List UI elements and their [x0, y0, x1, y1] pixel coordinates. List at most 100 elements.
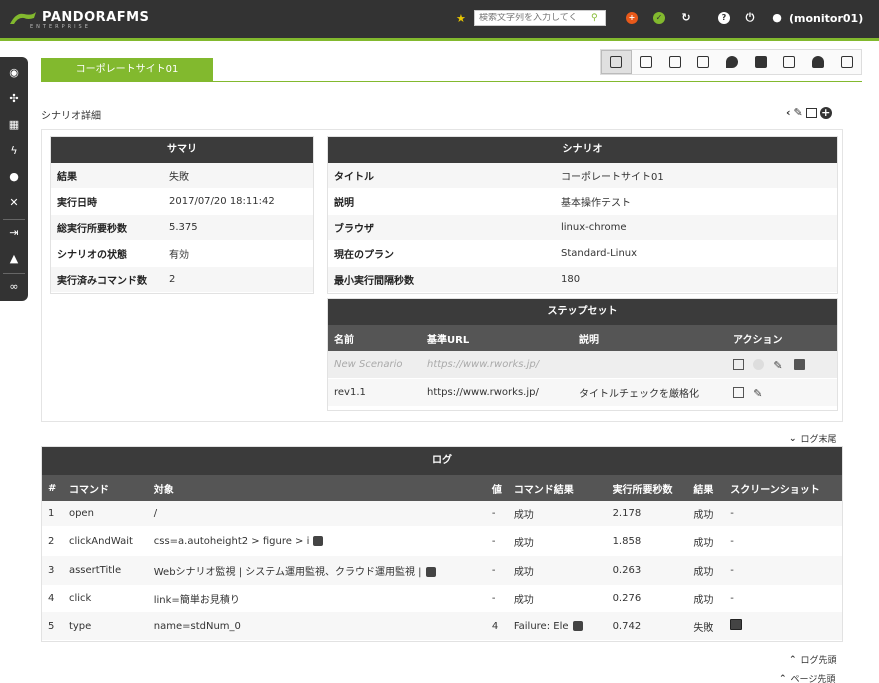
log-command: clickAndWait [68, 535, 133, 547]
events-icon[interactable]: ϟ [6, 143, 22, 159]
help-icon[interactable]: ? [718, 12, 730, 24]
power-icon[interactable]: ⏻ [744, 12, 756, 24]
list-icon[interactable] [733, 358, 744, 370]
wrench-icon[interactable]: ✎ [794, 106, 803, 119]
search-icon[interactable]: ⚲ [591, 13, 598, 23]
table-row: New Scenario https://www.rworks.jp/ ✎ [328, 351, 837, 379]
log-top-label: ログ先頭 [800, 656, 837, 666]
log-command-result: 成功 [513, 510, 534, 521]
col-command: コマンド [68, 484, 109, 496]
image-icon[interactable] [805, 107, 817, 118]
log-time: 1.858 [612, 535, 642, 547]
log-target: Webシナリオ監視 | システム運用監視、クラウド運用監視 | [153, 567, 422, 578]
summary-key: 実行済みコマンド数 [57, 276, 147, 287]
step-name[interactable]: New Scenario [328, 359, 421, 370]
table-row: 3 assertTitle Webシナリオ監視 | システム運用監視、クラウド運… [42, 556, 842, 586]
logout-icon[interactable] [832, 50, 861, 74]
book-icon[interactable] [632, 50, 661, 74]
refresh-icon[interactable]: ↻ [680, 12, 692, 24]
chevron-up-icon: ⌃ [779, 673, 787, 683]
log-result: 成功 [693, 567, 714, 578]
list-icon[interactable] [733, 386, 744, 398]
log-value: - [491, 508, 496, 519]
capture-icon[interactable] [313, 535, 324, 546]
scenario-box: シナリオ タイトル コーポレートサイト01 説明 基本操作テスト ブラウザ linux… [327, 136, 838, 294]
table-row: 2 clickAndWait css=a.autoheight2 > figur… [42, 527, 842, 556]
log-top-link[interactable]: ⌃ ログ先頭 [789, 653, 837, 667]
sidebar-divider [3, 273, 25, 274]
page-top-label: ページ先頭 [790, 675, 836, 683]
section-title: シナリオ詳細 [41, 111, 101, 122]
checklist-icon[interactable] [775, 50, 804, 74]
bulb-icon[interactable] [753, 358, 765, 370]
summary-key: 実行日時 [57, 198, 97, 209]
login-icon[interactable]: ⇥ [6, 225, 22, 241]
back-icon[interactable]: ‹ [786, 106, 791, 119]
reports-icon[interactable]: ▦ [6, 117, 22, 133]
users-icon[interactable]: ● [6, 169, 22, 185]
user-icon[interactable]: ● [771, 12, 783, 24]
chart-icon[interactable] [660, 50, 689, 74]
log-command-result: 成功 [513, 567, 534, 578]
step-name[interactable]: rev1.1 [328, 387, 421, 398]
log-end-link[interactable]: ⌄ ログ末尾 [789, 432, 837, 446]
scenario-panel: サマリ 結果 失敗 実行日時 2017/07/20 18:11:42 総実行所要秒数… [41, 129, 843, 422]
log-time: 2.178 [612, 508, 642, 519]
log-index: 2 [48, 535, 55, 547]
scenario-view-icon[interactable] [601, 50, 632, 74]
capture-icon[interactable] [572, 620, 583, 631]
check-icon[interactable]: ✓ [653, 12, 665, 24]
col-result: 結果 [693, 484, 714, 496]
tab-underline [41, 81, 862, 82]
wrench-icon[interactable]: ✎ [773, 359, 784, 371]
log-target: / [153, 508, 158, 519]
log-screenshot: - [730, 565, 734, 576]
capture-icon[interactable] [425, 567, 436, 577]
tools-icon[interactable]: ✕ [6, 195, 22, 211]
log-result: 成功 [693, 510, 714, 521]
col-url: 基準URL [427, 334, 470, 346]
table-row: 4 click link=簡単お見積り - 成功 0.276 成功 - [42, 586, 842, 612]
scenario-key: 現在のプラン [334, 250, 394, 261]
page-top-link[interactable]: ⌃ ページ先頭 [779, 672, 835, 683]
log-result: 成功 [693, 537, 714, 549]
stepset-box: ステップセット 名前 基準URL 説明 アクション New Scenario h… [327, 298, 838, 411]
sidebar-divider [3, 219, 25, 220]
col-command-result: コマンド結果 [513, 484, 574, 496]
wrench-icon[interactable]: ✎ [753, 387, 764, 399]
topology-icon[interactable]: ✣ [6, 91, 22, 107]
col-target: 対象 [153, 484, 174, 496]
log-box: ログ # コマンド 対象 値 コマンド結果 実行所要秒数 結果 スクリーンショッ… [41, 446, 843, 642]
log-command-result: Failure: Ele [513, 620, 569, 632]
tab-scenario[interactable]: コーポレートサイト01 [41, 58, 213, 82]
search-box[interactable]: ⚲ [474, 10, 606, 26]
section-tools: ‹ ✎ + [786, 106, 832, 119]
table-row: 5 type name=stdNum_0 4 Failure: Ele 0.74… [42, 612, 842, 641]
log-command: type [68, 620, 92, 632]
search-input[interactable] [475, 13, 591, 23]
lifebuoy-icon[interactable]: + [626, 12, 638, 24]
summary-key: 総実行所要秒数 [57, 224, 127, 235]
log-command-result: 成功 [513, 537, 534, 549]
screenshot-icon[interactable] [730, 619, 743, 630]
user-name[interactable]: (monitor01) [789, 12, 863, 25]
location-icon[interactable] [718, 50, 747, 74]
chevron-down-icon: ⌄ [789, 433, 797, 444]
star-icon[interactable]: ★ [456, 12, 466, 25]
scenario-value: 180 [561, 274, 581, 285]
step-desc: タイトルチェックを厳格化 [579, 389, 699, 400]
links-icon[interactable]: ∞ [6, 279, 22, 295]
bell-icon[interactable] [804, 50, 833, 74]
folder-icon[interactable] [746, 50, 775, 74]
log-index: 1 [48, 508, 55, 519]
scenario-value: 基本操作テスト [561, 198, 631, 209]
add-icon[interactable]: + [819, 106, 832, 119]
brand-sub: ENTERPRISE [30, 24, 91, 30]
calendar-icon[interactable] [689, 50, 718, 74]
monitoring-icon[interactable]: ◉ [6, 65, 22, 81]
alerts-icon[interactable]: ▲ [6, 251, 22, 267]
summary-value: 失敗 [169, 172, 189, 183]
log-header-row: # コマンド 対象 値 コマンド結果 実行所要秒数 結果 スクリーンショット [42, 475, 842, 501]
log-result: 成功 [693, 595, 714, 606]
trash-icon[interactable] [793, 358, 805, 370]
